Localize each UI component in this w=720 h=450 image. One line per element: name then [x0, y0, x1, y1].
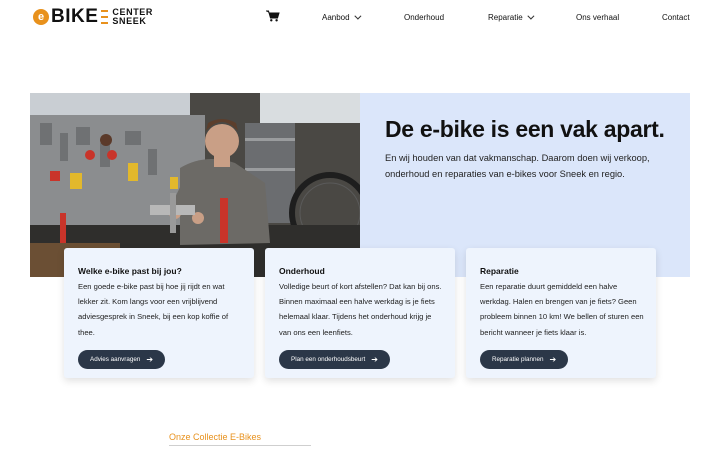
nav-contact-label: Contact — [662, 12, 690, 22]
card-maintenance-text: Volledige beurt of kort afstellen? Dat k… — [279, 282, 442, 337]
plan-onderhoudsbeurt-label: Plan een onderhoudsbeurt — [291, 356, 366, 363]
nav-aanbod-label: Aanbod — [322, 12, 350, 22]
advies-aanvragen-button[interactable]: Advies aanvragen ➔ — [78, 350, 166, 369]
logo-bike-text: BIKE — [51, 6, 99, 27]
site-header: e BIKE CENTER SNEEK Aanbod Onderhoud Rep… — [0, 0, 720, 34]
nav-ons-verhaal[interactable]: Ons verhaal — [576, 0, 619, 34]
card-maintenance-title: Onderhoud — [279, 266, 325, 276]
arrow-right-icon: ➔ — [371, 355, 378, 364]
card-repair-text: Een reparatie duurt gemiddeld een halve … — [480, 282, 644, 337]
nav-onderhoud-label: Onderhoud — [404, 12, 445, 22]
collection-heading[interactable]: Onze Collectie E-Bikes — [169, 432, 261, 442]
logo-sneek-text: SNEEK — [112, 16, 147, 26]
nav-ons-verhaal-label: Ons verhaal — [576, 12, 620, 22]
chevron-down-icon — [353, 12, 362, 20]
reparatie-plannen-button[interactable]: Reparatie plannen ➔ — [480, 350, 569, 369]
nav-contact[interactable]: Contact — [662, 0, 690, 34]
advies-aanvragen-label: Advies aanvragen — [90, 356, 141, 363]
collection-divider — [169, 445, 311, 446]
plan-onderhoudsbeurt-button[interactable]: Plan een onderhoudsbeurt ➔ — [279, 350, 390, 369]
card-repair-title: Reparatie — [480, 266, 519, 276]
reparatie-plannen-label: Reparatie plannen — [492, 356, 544, 363]
shopping-cart-icon[interactable] — [266, 10, 280, 22]
card-advice-title: Welke e-bike past bij jou? — [78, 266, 182, 276]
logo-subtitle: CENTER SNEEK — [112, 8, 153, 26]
nav-reparatie-label: Reparatie — [488, 12, 523, 22]
nav-aanbod[interactable]: Aanbod — [322, 0, 362, 34]
hero-subtitle: En wij houden van dat vakmanschap. Daaro… — [385, 153, 650, 179]
arrow-right-icon: ➔ — [146, 355, 154, 364]
site-logo[interactable]: e BIKE CENTER SNEEK — [33, 6, 153, 27]
card-advice: Welke e-bike past bij jou? Een goede e-b… — [64, 248, 254, 378]
card-advice-text: Een goede e-bike past bij hoe jij rijdt … — [78, 282, 229, 337]
nav-onderhoud[interactable]: Onderhoud — [404, 0, 444, 34]
chevron-down-icon — [527, 12, 535, 20]
nav-reparatie[interactable]: Reparatie — [488, 0, 535, 34]
card-repair: Reparatie Een reparatie duurt gemiddeld … — [466, 248, 656, 378]
logo-bars — [101, 10, 109, 24]
card-maintenance: Onderhoud Volledige beurt of kort afstel… — [265, 248, 455, 378]
hero-title: De e-bike is een vak apart. — [385, 116, 665, 142]
arrow-right-icon: ➔ — [549, 355, 557, 364]
logo-e-mark: e — [33, 9, 49, 25]
